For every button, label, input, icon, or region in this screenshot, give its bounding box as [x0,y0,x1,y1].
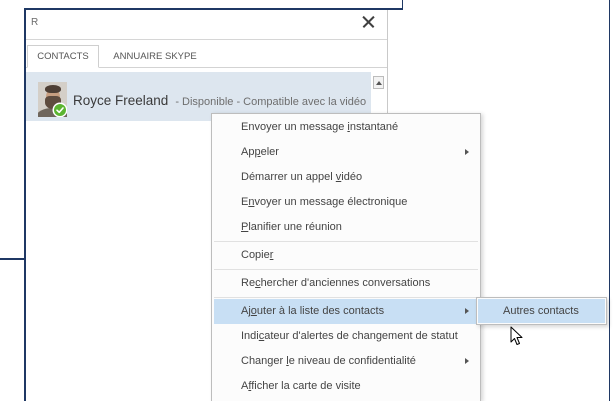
menu-item-start-video-call[interactable]: Démarrer un appel vidéo [214,165,478,190]
menu-item-view-contact-card[interactable]: Afficher la carte de visite [214,374,478,399]
contact-info: Royce Freeland - Disponible - Compatible… [73,90,366,112]
callout-frame-line [24,8,403,10]
access-key-letter: c [258,330,265,342]
search-input[interactable]: R [31,17,38,29]
menu-item-label: Ajouter à la liste des contacts [241,305,385,317]
access-key-letter: l [286,355,289,367]
access-key-letter: n [248,196,255,208]
mouse-cursor-icon [510,326,524,347]
callout-frame-line [24,8,26,401]
menu-item-copy[interactable]: Copier [214,243,478,268]
contact-status: - Disponible - Compatible avec la vidéo [175,96,367,108]
access-key-letter: i [347,121,350,133]
menu-item-label: Rechercher d'anciennes conversations [241,277,431,289]
tab-annuaire-skype[interactable]: ANNUAIRE SKYPE [104,45,206,68]
presence-available-icon [54,104,66,116]
menu-item-change-privacy[interactable]: Changer le niveau de confidentialité [214,349,478,374]
menu-item-label: Afficher la carte de visite [241,380,361,392]
search-bar[interactable]: R [25,9,387,39]
contact-avatar[interactable] [38,82,67,117]
access-key-letter: p [254,146,261,158]
chevron-up-icon [375,80,382,85]
menu-item-add-to-contacts[interactable]: Ajouter à la liste des contacts [214,299,478,324]
menu-item-label: Indicateur d'alertes de changement de st… [241,330,458,342]
context-menu: Envoyer un message instantané Appeler Dé… [211,113,481,401]
access-key-letter: r [269,249,274,261]
menu-separator [214,241,478,242]
menu-item-label: Appeler [241,146,279,158]
access-key-letter: c [255,277,261,289]
menu-item-send-email[interactable]: Envoyer un message électronique [214,190,478,215]
menu-item-label: Envoyer un message électronique [241,196,408,208]
scroll-up-button[interactable] [373,76,384,89]
menu-item-label: Démarrer un appel vidéo [241,171,363,183]
submenu-arrow-icon [465,149,469,155]
menu-item-send-im[interactable]: Envoyer un message instantané [214,115,478,140]
callout-frame-line [0,258,25,260]
menu-item-label: Envoyer un message instantané [241,121,399,133]
submenu-item-other-contacts[interactable]: Autres contacts [478,299,605,323]
access-key-letter: P [241,221,249,233]
submenu-arrow-icon [465,308,469,314]
menu-item-schedule-meeting[interactable]: Planifier une réunion [214,215,478,240]
menu-item-find-previous-conversations[interactable]: Rechercher d'anciennes conversations [214,271,478,296]
menu-item-tag-status-alerts[interactable]: Indicateur d'alertes de changement de st… [214,324,478,349]
contact-name: Royce Freeland [73,93,169,108]
menu-separator [214,269,478,270]
menu-item-label: Planifier une réunion [241,221,342,233]
menu-item-call[interactable]: Appeler [214,140,478,165]
add-to-contacts-submenu: Autres contacts [476,297,607,325]
menu-item-label: Changer le niveau de confidentialité [241,355,416,367]
close-icon[interactable] [362,16,374,28]
menu-item-label: Copier [241,249,274,261]
access-key-letter: f [248,380,252,392]
tab-contacts[interactable]: CONTACTS [27,45,99,68]
tab-bar: CONTACTS ANNUAIRE SKYPE [25,40,387,68]
submenu-arrow-icon [465,358,469,364]
access-key-letter: v [335,171,342,183]
menu-separator [214,297,478,298]
callout-frame-line [608,0,610,401]
callout-frame-line [401,0,403,9]
access-key-letter: o [250,305,257,317]
avatar-hair [45,85,61,93]
